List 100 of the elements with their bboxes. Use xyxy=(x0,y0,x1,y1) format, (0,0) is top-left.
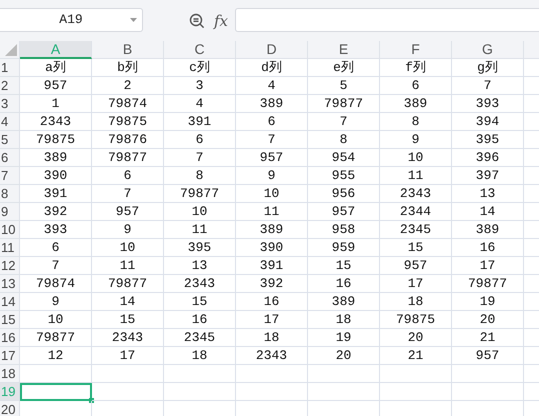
table-cell: 11 xyxy=(164,221,236,239)
table-cell: 79876 xyxy=(92,131,164,149)
table-cell: 79877 xyxy=(164,185,236,203)
table-cell: 4 xyxy=(236,77,308,95)
table-cell: 8 xyxy=(164,167,236,185)
table-cell: 2 xyxy=(92,77,164,95)
table-cell: 11 xyxy=(92,257,164,275)
row-header[interactable]: 13 xyxy=(0,275,20,293)
table-cell: 392 xyxy=(20,203,92,221)
table-cell: 79875 xyxy=(92,113,164,131)
fx-label[interactable]: fx xyxy=(214,12,228,30)
table-cell: 16 xyxy=(452,239,524,257)
column-header[interactable]: F xyxy=(380,41,452,59)
table-cell xyxy=(164,383,236,401)
table-cell: 19 xyxy=(452,293,524,311)
table-cell: 7 xyxy=(164,149,236,167)
zoom-icon[interactable] xyxy=(189,12,205,28)
row-header[interactable]: 4 xyxy=(0,113,20,131)
row-header[interactable]: 12 xyxy=(0,257,20,275)
table-cell: 954 xyxy=(308,149,380,167)
table-cell: 11 xyxy=(236,203,308,221)
table-cell: 7 xyxy=(452,77,524,95)
table-cell: 6 xyxy=(164,131,236,149)
table-cell: 7 xyxy=(236,131,308,149)
column-header[interactable]: D xyxy=(236,41,308,59)
row-header[interactable]: 10 xyxy=(0,221,20,239)
table-cell: 7 xyxy=(308,113,380,131)
row-header[interactable]: 14 xyxy=(0,293,20,311)
table-cell: 20 xyxy=(308,347,380,365)
table-cell: 10 xyxy=(380,149,452,167)
row-header[interactable]: 7 xyxy=(0,167,20,185)
table-cell: 79875 xyxy=(380,311,452,329)
table-cell: 15 xyxy=(380,239,452,257)
column-header[interactable]: B xyxy=(92,41,164,59)
row-header[interactable]: 5 xyxy=(0,131,20,149)
table-cell: 11 xyxy=(380,167,452,185)
table-cell: 79877 xyxy=(20,329,92,347)
row-header[interactable]: 20 xyxy=(0,401,20,416)
table-cell: 956 xyxy=(308,185,380,203)
table-cell: 14 xyxy=(92,293,164,311)
table-cell xyxy=(308,383,380,401)
table-cell: 79874 xyxy=(92,95,164,113)
row-header[interactable]: 8 xyxy=(0,185,20,203)
table-cell xyxy=(380,383,452,401)
table-cell: 2345 xyxy=(164,329,236,347)
table-cell: 957 xyxy=(452,347,524,365)
table-cell: 389 xyxy=(236,95,308,113)
table-cell: 17 xyxy=(380,275,452,293)
table-cell: 393 xyxy=(20,221,92,239)
table-cell: 17 xyxy=(236,311,308,329)
table-cell: 15 xyxy=(308,257,380,275)
table-cell: 392 xyxy=(236,275,308,293)
table-cell: 79877 xyxy=(92,149,164,167)
row-header[interactable]: 17 xyxy=(0,347,20,365)
table-cell: 10 xyxy=(92,239,164,257)
column-header[interactable]: E xyxy=(308,41,380,59)
table-cell: 21 xyxy=(380,347,452,365)
name-box[interactable]: A19 xyxy=(0,8,143,32)
select-all-corner[interactable] xyxy=(0,41,20,59)
table-cell: 2343 xyxy=(92,329,164,347)
formula-field[interactable] xyxy=(235,8,539,32)
table-cell: 18 xyxy=(308,311,380,329)
table-cell: 955 xyxy=(308,167,380,185)
row-header[interactable]: 3 xyxy=(0,95,20,113)
row-header[interactable]: 15 xyxy=(0,311,20,329)
fill-handle[interactable] xyxy=(89,398,94,403)
column-header[interactable]: C xyxy=(164,41,236,59)
row-header[interactable]: 1 xyxy=(0,59,20,77)
row-header[interactable]: 16 xyxy=(0,329,20,347)
table-cell: 2343 xyxy=(164,275,236,293)
table-cell: 79877 xyxy=(308,95,380,113)
row-header[interactable]: 18 xyxy=(0,365,20,383)
column-header[interactable]: G xyxy=(452,41,524,59)
table-cell: 389 xyxy=(380,95,452,113)
table-cell: 4 xyxy=(164,95,236,113)
table-cell: e列 xyxy=(308,59,380,77)
table-cell: 18 xyxy=(236,329,308,347)
table-cell: 14 xyxy=(452,203,524,221)
table-cell xyxy=(452,383,524,401)
table-cell: 13 xyxy=(452,185,524,203)
table-cell: g列 xyxy=(452,59,524,77)
table-cell: a列 xyxy=(20,59,92,77)
row-header[interactable]: 11 xyxy=(0,239,20,257)
row-header[interactable]: 9 xyxy=(0,203,20,221)
table-cell: 2343 xyxy=(20,113,92,131)
row-header[interactable]: 6 xyxy=(0,149,20,167)
table-cell: 17 xyxy=(92,347,164,365)
table-cell: 9 xyxy=(92,221,164,239)
table-cell: 10 xyxy=(236,185,308,203)
table-cell: 13 xyxy=(164,257,236,275)
table-cell: 12 xyxy=(20,347,92,365)
row-header[interactable]: 2 xyxy=(0,77,20,95)
table-cell: 396 xyxy=(452,149,524,167)
table-cell: 957 xyxy=(236,149,308,167)
table-cell: 391 xyxy=(20,185,92,203)
table-cell: 395 xyxy=(452,131,524,149)
table-cell: 16 xyxy=(236,293,308,311)
table-cell: 6 xyxy=(20,239,92,257)
table-cell: 16 xyxy=(308,275,380,293)
table-cell: 957 xyxy=(92,203,164,221)
